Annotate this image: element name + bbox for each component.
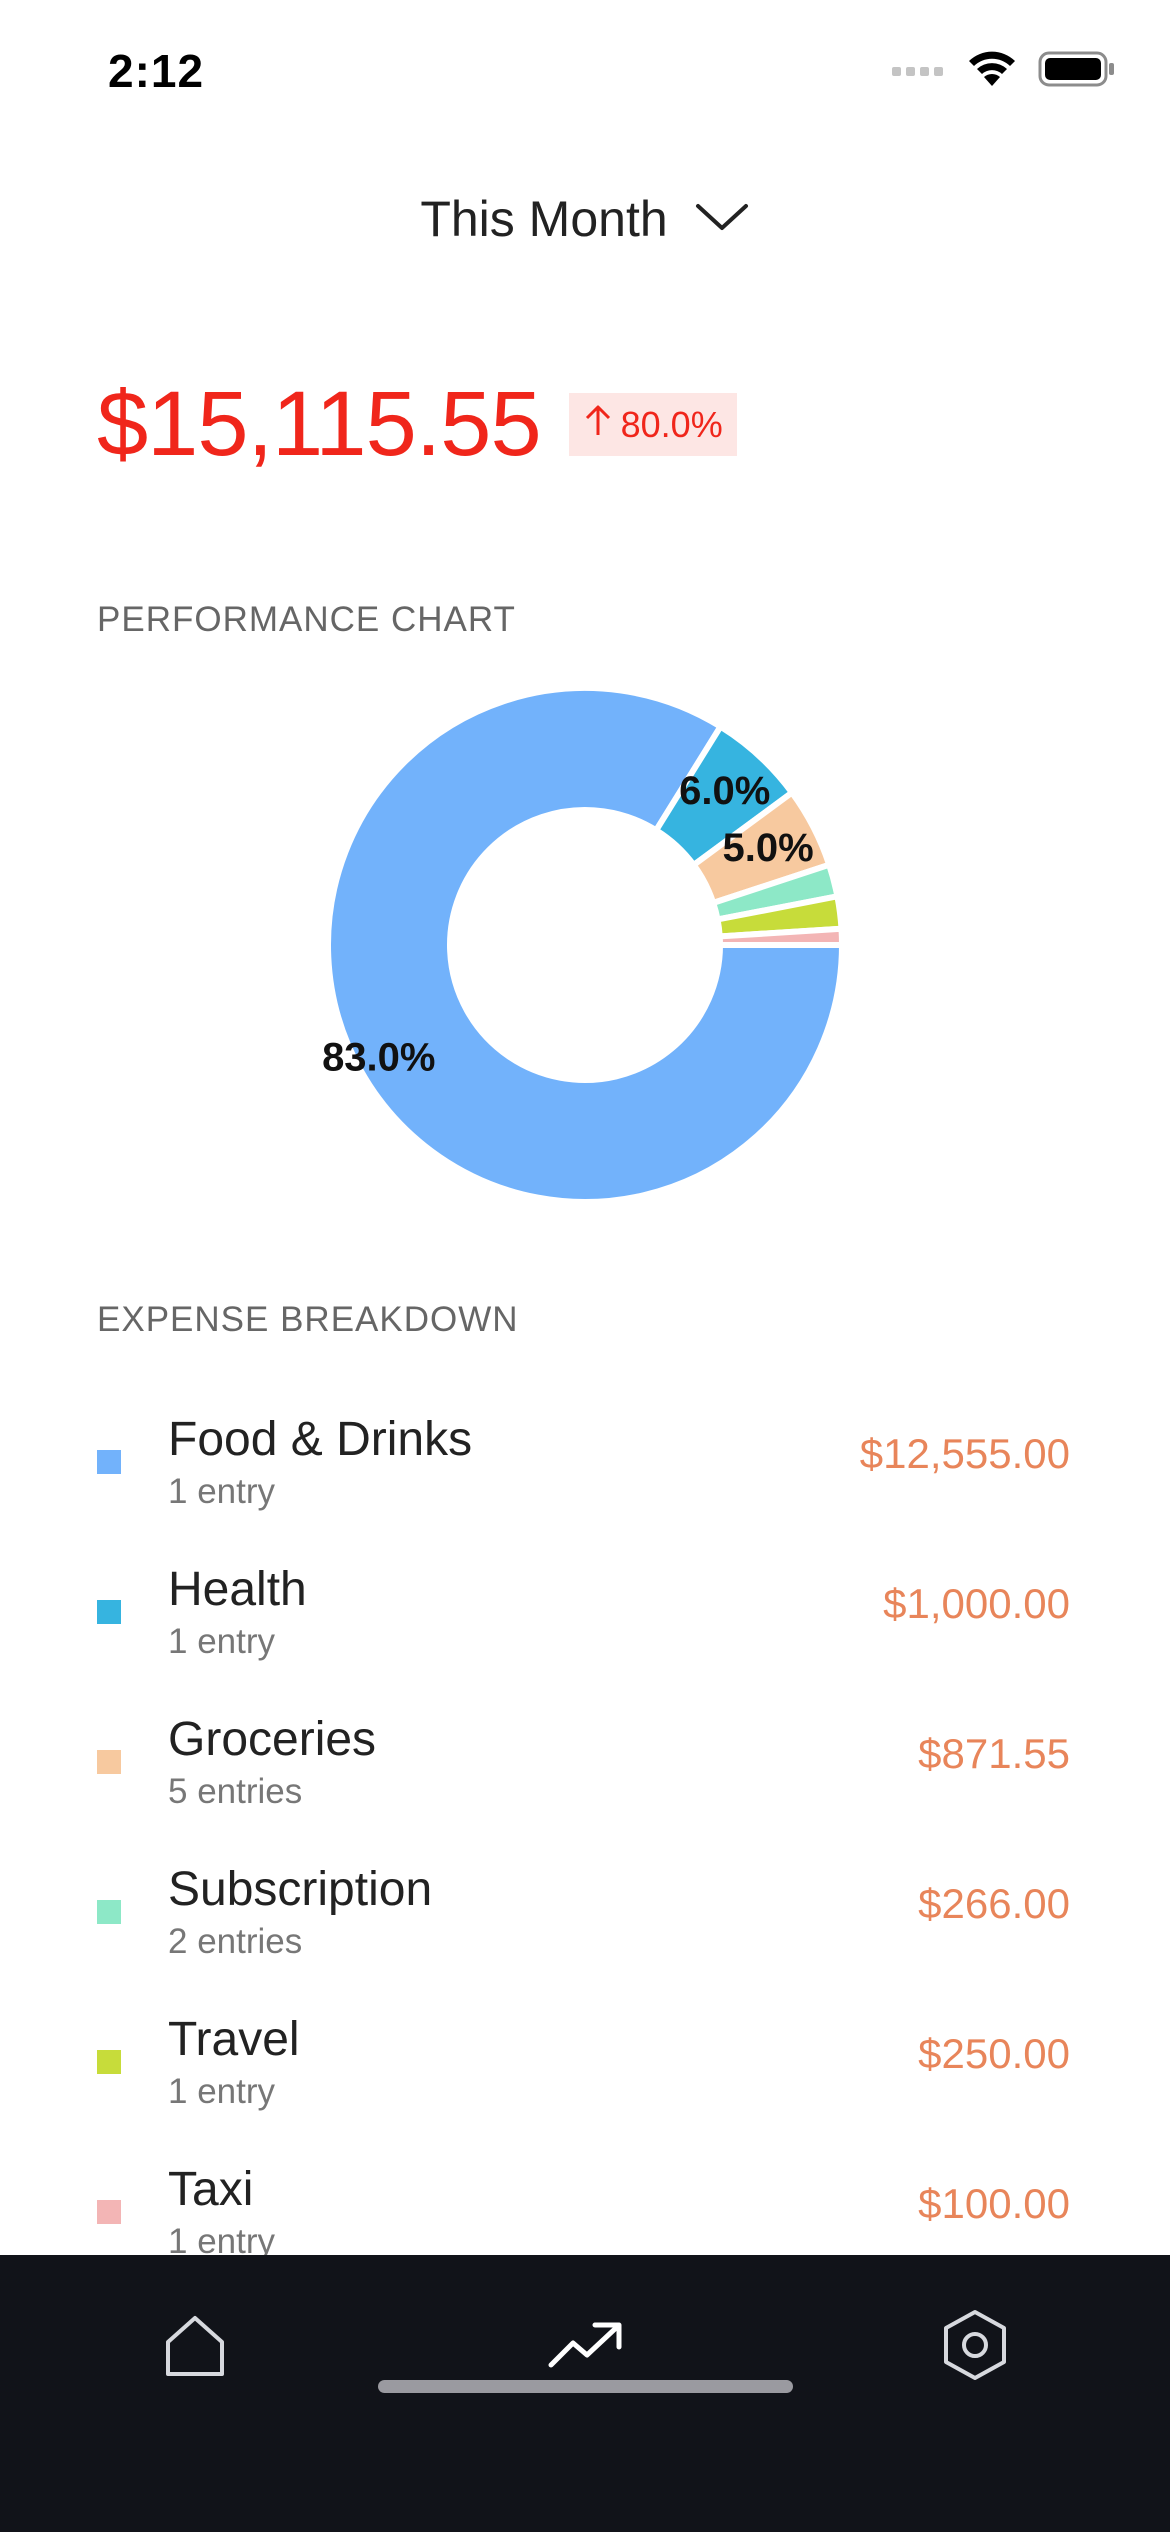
category-amount: $266.00 bbox=[918, 1880, 1070, 1927]
category-name: Health bbox=[168, 1563, 307, 1616]
category-amount: $1,000.00 bbox=[883, 1580, 1070, 1627]
status-bar: 2:12 bbox=[0, 0, 1170, 150]
expense-list: Food & Drinks 1 entry $12,555.00 Health … bbox=[0, 1390, 1170, 2290]
status-time: 2:12 bbox=[108, 45, 205, 97]
expense-item[interactable]: Travel 1 entry $250.00 bbox=[0, 1990, 1170, 2140]
performance-chart-title: PERFORMANCE CHART bbox=[97, 600, 516, 639]
donut-svg: 83.0% 6.0% 5.0% bbox=[322, 685, 846, 1205]
entry-count: 2 entries bbox=[168, 1922, 303, 1961]
change-badge: 80.0% bbox=[568, 393, 737, 456]
category-name: Taxi bbox=[168, 2163, 254, 2216]
tab-settings[interactable] bbox=[915, 2297, 1035, 2397]
home-indicator[interactable] bbox=[378, 2380, 793, 2393]
trending-up-icon bbox=[545, 2315, 625, 2380]
expense-item[interactable]: Food & Drinks 1 entry $12,555.00 bbox=[0, 1390, 1170, 1540]
entry-count: 1 entry bbox=[168, 1622, 275, 1661]
category-name: Subscription bbox=[168, 1863, 433, 1916]
battery-icon bbox=[1038, 50, 1116, 93]
expense-breakdown-title: EXPENSE BREAKDOWN bbox=[97, 1300, 519, 1339]
arrow-up-icon bbox=[583, 403, 613, 446]
category-swatch bbox=[97, 1750, 121, 1774]
chevron-down-icon bbox=[694, 200, 750, 239]
total-amount: $15,115.55 bbox=[97, 373, 542, 475]
category-amount: $250.00 bbox=[918, 2030, 1070, 2077]
change-value: 80.0% bbox=[620, 403, 723, 445]
category-swatch bbox=[97, 2050, 121, 2074]
category-name: Groceries bbox=[168, 1713, 377, 1766]
category-amount: $12,555.00 bbox=[859, 1430, 1070, 1477]
category-swatch bbox=[97, 1900, 121, 1924]
category-swatch bbox=[97, 1600, 121, 1624]
category-name: Food & Drinks bbox=[168, 1413, 473, 1466]
settings-icon bbox=[938, 2308, 1012, 2387]
tab-bar bbox=[0, 2255, 1170, 2532]
wifi-icon bbox=[966, 50, 1018, 93]
entry-count: 1 entry bbox=[168, 2072, 275, 2111]
category-swatch bbox=[97, 2200, 121, 2224]
tab-home[interactable] bbox=[135, 2297, 255, 2397]
expense-item[interactable]: Groceries 5 entries $871.55 bbox=[0, 1690, 1170, 1840]
entry-count: 1 entry bbox=[168, 1472, 275, 1511]
expense-item[interactable]: Health 1 entry $1,000.00 bbox=[0, 1540, 1170, 1690]
donut-slice-label: 83.0% bbox=[322, 1035, 435, 1079]
period-selector[interactable]: This Month bbox=[0, 190, 1170, 248]
home-icon bbox=[160, 2310, 230, 2385]
status-icons bbox=[892, 50, 1116, 93]
category-swatch bbox=[97, 1450, 121, 1474]
donut-slice-label: 5.0% bbox=[723, 826, 814, 870]
donut-slice-label: 6.0% bbox=[679, 769, 770, 813]
expense-item[interactable]: Subscription 2 entries $266.00 bbox=[0, 1840, 1170, 1990]
category-name: Travel bbox=[168, 2013, 300, 2066]
signal-icon bbox=[892, 59, 946, 84]
category-amount: $100.00 bbox=[918, 2180, 1070, 2227]
category-amount: $871.55 bbox=[918, 1730, 1070, 1777]
total-row: $15,115.55 80.0% bbox=[97, 372, 737, 477]
entry-count: 5 entries bbox=[168, 1772, 303, 1811]
period-label: This Month bbox=[420, 191, 668, 247]
donut-chart: 83.0% 6.0% 5.0% bbox=[322, 685, 846, 1205]
